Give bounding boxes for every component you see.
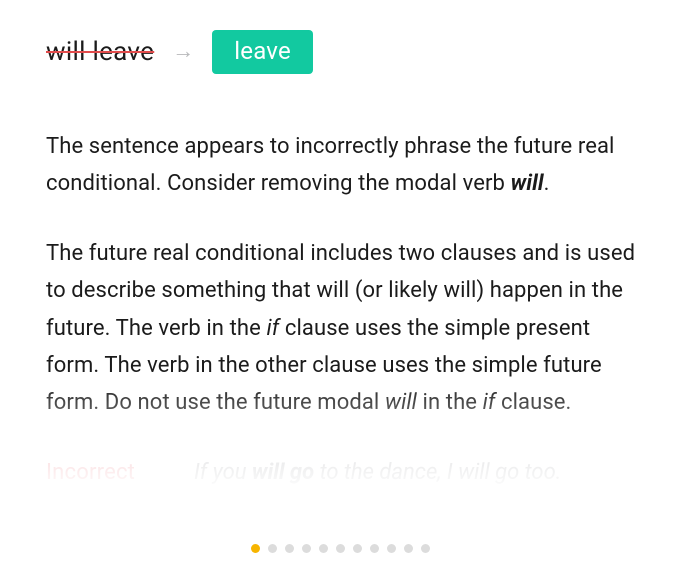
pagination-dot[interactable] (302, 544, 311, 553)
example-row: Incorrect If you will go to the dance, I… (46, 454, 638, 491)
pagination-dot[interactable] (404, 544, 413, 553)
pagination-dot[interactable] (387, 544, 396, 553)
pagination-dot[interactable] (319, 544, 328, 553)
explanation-paragraph-2: The future real conditional includes two… (46, 235, 638, 422)
text-segment: in the (417, 390, 483, 415)
pagination-dot[interactable] (421, 544, 430, 553)
pagination-dot[interactable] (251, 544, 260, 553)
correction-suggestion: will leave → leave (46, 30, 638, 74)
pagination-dot[interactable] (285, 544, 294, 553)
original-text: will leave (46, 37, 154, 67)
text-segment: If you (194, 460, 252, 485)
pagination-dot[interactable] (268, 544, 277, 553)
example-label-incorrect: Incorrect (46, 454, 146, 491)
example-sentence: If you will go to the dance, I will go t… (194, 454, 561, 491)
text-segment: . (544, 171, 550, 196)
italic-word: if (483, 390, 496, 415)
pagination-dot[interactable] (353, 544, 362, 553)
emphasized-word: will go (252, 460, 314, 485)
text-segment: to the dance, I will go too. (314, 460, 561, 485)
italic-word: if (266, 316, 279, 341)
arrow-right-icon: → (172, 41, 194, 63)
emphasized-word: will (511, 171, 544, 196)
text-segment: clause. (495, 390, 571, 415)
pagination-dots (0, 544, 680, 553)
pagination-dot[interactable] (336, 544, 345, 553)
apply-suggestion-button[interactable]: leave (212, 30, 313, 74)
explanation-paragraph-1: The sentence appears to incorrectly phra… (46, 128, 638, 203)
pagination-dot[interactable] (370, 544, 379, 553)
italic-word: will (385, 390, 417, 415)
